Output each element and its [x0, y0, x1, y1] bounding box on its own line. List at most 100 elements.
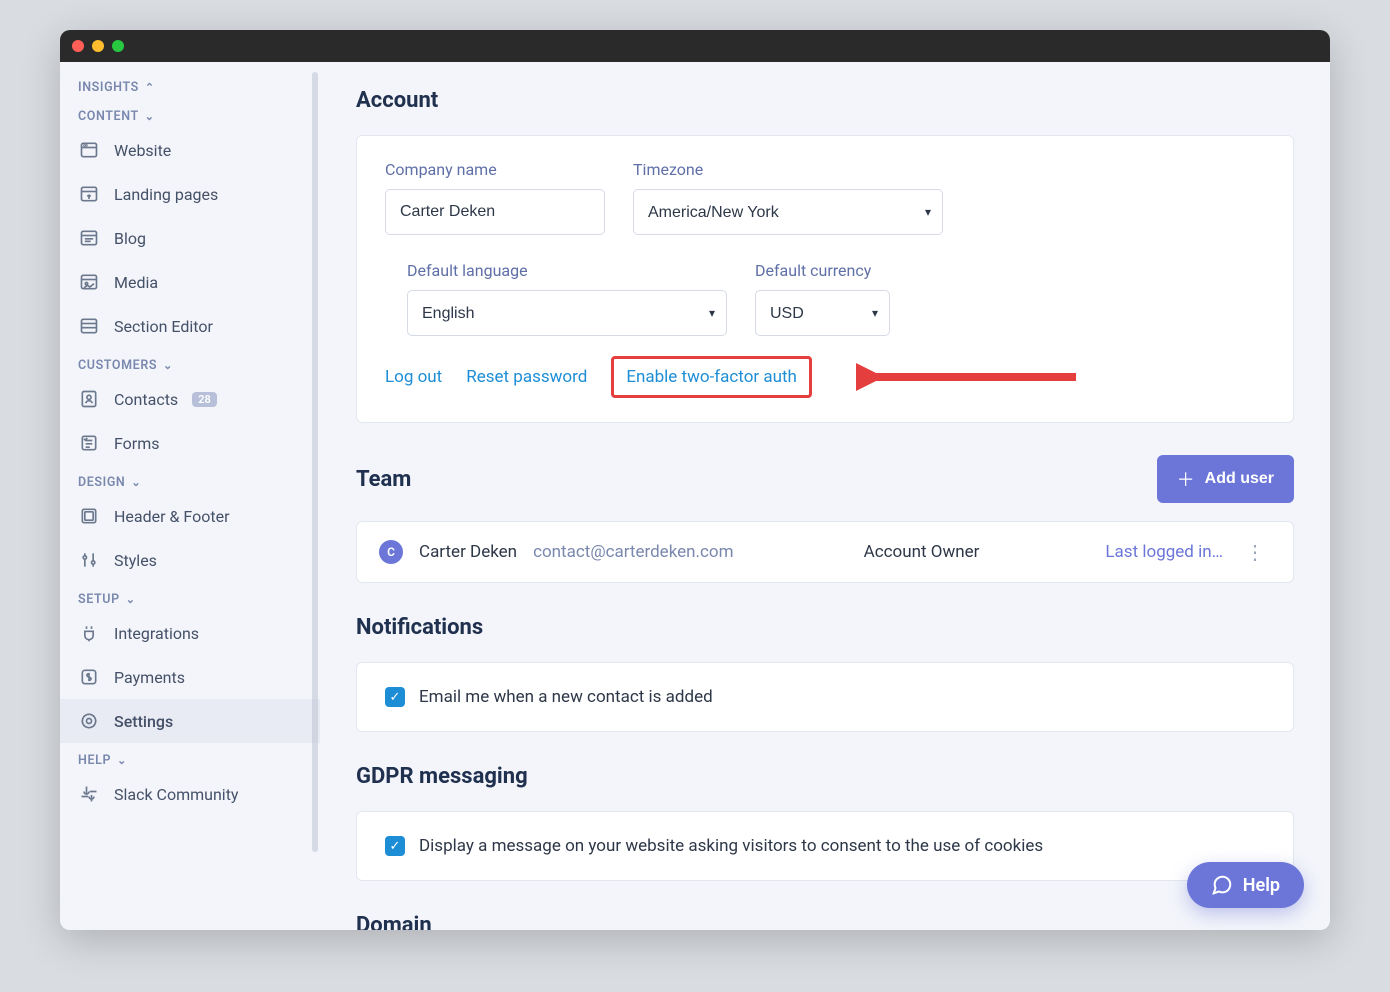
- nav-label: Section Editor: [114, 317, 213, 336]
- sidebar-section-help[interactable]: HELP ⌄: [60, 743, 320, 772]
- nav-label: Contacts: [114, 390, 178, 409]
- forms-icon: [78, 432, 100, 454]
- gdpr-card: ✓ Display a message on your website aski…: [356, 811, 1294, 881]
- account-card: Company name Timezone America/New York ▾: [356, 135, 1294, 423]
- slack-icon: [78, 783, 100, 805]
- window-close-dot[interactable]: [72, 40, 84, 52]
- integrations-icon: [78, 622, 100, 644]
- team-member-name: Carter Deken: [419, 542, 517, 562]
- checkbox-label: Email me when a new contact is added: [419, 687, 713, 707]
- contacts-count-badge: 28: [192, 392, 217, 407]
- app-window: INSIGHTS ⌃ CONTENT ⌄ Website Landing pag…: [60, 30, 1330, 930]
- sidebar-item-contacts[interactable]: Contacts 28: [60, 377, 320, 421]
- chevron-down-icon: ⌄: [126, 593, 136, 606]
- window-zoom-dot[interactable]: [112, 40, 124, 52]
- account-heading: Account: [356, 88, 1294, 113]
- sidebar-section-design[interactable]: DESIGN ⌄: [60, 465, 320, 494]
- window-minimize-dot[interactable]: [92, 40, 104, 52]
- sidebar-scrollbar[interactable]: [312, 72, 318, 852]
- language-select[interactable]: English: [407, 290, 727, 336]
- sidebar-section-content[interactable]: CONTENT ⌄: [60, 99, 320, 128]
- sidebar-item-payments[interactable]: Payments: [60, 655, 320, 699]
- sidebar-section-insights[interactable]: INSIGHTS ⌃: [60, 70, 320, 99]
- nav-label: Header & Footer: [114, 507, 230, 526]
- titlebar: [60, 30, 1330, 62]
- chat-icon: [1211, 874, 1233, 896]
- nav-label: Blog: [114, 229, 146, 248]
- email-new-contact-checkbox[interactable]: ✓: [385, 687, 405, 707]
- header-footer-icon: [78, 505, 100, 527]
- nav-label: Media: [114, 273, 158, 292]
- language-label: Default language: [407, 261, 727, 280]
- domain-heading: Domain: [356, 913, 1294, 930]
- gdpr-cookie-checkbox[interactable]: ✓: [385, 836, 405, 856]
- sidebar-item-landing-pages[interactable]: Landing pages: [60, 172, 320, 216]
- section-label: CONTENT: [78, 109, 139, 124]
- currency-label: Default currency: [755, 261, 890, 280]
- company-name-input[interactable]: [385, 189, 605, 235]
- nav-label: Settings: [114, 712, 173, 731]
- nav-label: Integrations: [114, 624, 199, 643]
- sidebar-item-slack-community[interactable]: Slack Community: [60, 772, 320, 816]
- notifications-card: ✓ Email me when a new contact is added: [356, 662, 1294, 732]
- section-label: INSIGHTS: [78, 80, 139, 95]
- timezone-label: Timezone: [633, 160, 943, 179]
- chevron-down-icon: ⌄: [145, 110, 155, 123]
- team-heading: Team: [356, 467, 411, 492]
- sidebar-section-customers[interactable]: CUSTOMERS ⌄: [60, 348, 320, 377]
- nav-label: Website: [114, 141, 171, 160]
- timezone-select[interactable]: America/New York: [633, 189, 943, 235]
- sidebar-item-settings[interactable]: Settings: [60, 699, 320, 743]
- team-member-menu-icon[interactable]: ⋮: [1239, 540, 1271, 564]
- sidebar-item-blog[interactable]: Blog: [60, 216, 320, 260]
- sidebar-item-section-editor[interactable]: Section Editor: [60, 304, 320, 348]
- sidebar: INSIGHTS ⌃ CONTENT ⌄ Website Landing pag…: [60, 62, 320, 930]
- styles-icon: [78, 549, 100, 571]
- enable-2fa-link[interactable]: Enable two-factor auth: [626, 367, 797, 387]
- section-label: HELP: [78, 753, 111, 768]
- chevron-down-icon: ⌄: [131, 476, 141, 489]
- help-fab-button[interactable]: Help: [1187, 862, 1304, 908]
- annotation-highlight: Enable two-factor auth: [611, 356, 812, 398]
- company-name-label: Company name: [385, 160, 605, 179]
- settings-icon: [78, 710, 100, 732]
- button-label: Add user: [1205, 470, 1274, 488]
- chevron-down-icon: ⌄: [117, 754, 127, 767]
- sidebar-item-media[interactable]: Media: [60, 260, 320, 304]
- nav-label: Forms: [114, 434, 160, 453]
- section-label: DESIGN: [78, 475, 125, 490]
- nav-label: Payments: [114, 668, 185, 687]
- sidebar-item-header-footer[interactable]: Header & Footer: [60, 494, 320, 538]
- sidebar-section-setup[interactable]: SETUP ⌄: [60, 582, 320, 611]
- team-member-row: C Carter Deken contact@carterdeken.com A…: [356, 521, 1294, 583]
- add-user-button[interactable]: ＋ Add user: [1157, 455, 1294, 503]
- media-icon: [78, 271, 100, 293]
- sidebar-item-integrations[interactable]: Integrations: [60, 611, 320, 655]
- landing-icon: [78, 183, 100, 205]
- payments-icon: [78, 666, 100, 688]
- chevron-up-icon: ⌃: [145, 81, 155, 94]
- logout-link[interactable]: Log out: [385, 367, 442, 387]
- checkbox-label: Display a message on your website asking…: [419, 836, 1043, 856]
- reset-password-link[interactable]: Reset password: [466, 367, 587, 387]
- gdpr-heading: GDPR messaging: [356, 764, 1294, 789]
- app-body: INSIGHTS ⌃ CONTENT ⌄ Website Landing pag…: [60, 62, 1330, 930]
- chevron-down-icon: ⌄: [163, 359, 173, 372]
- sidebar-item-styles[interactable]: Styles: [60, 538, 320, 582]
- help-label: Help: [1243, 875, 1280, 896]
- notifications-heading: Notifications: [356, 615, 1294, 640]
- team-member-role: Account Owner: [864, 542, 1090, 562]
- sidebar-item-website[interactable]: Website: [60, 128, 320, 172]
- avatar: C: [379, 540, 403, 564]
- currency-select[interactable]: USD: [755, 290, 890, 336]
- nav-label: Slack Community: [114, 785, 239, 804]
- main-content: Account Company name Timezone America/Ne…: [320, 62, 1330, 930]
- plus-icon: ＋: [1177, 466, 1195, 492]
- sidebar-item-forms[interactable]: Forms: [60, 421, 320, 465]
- website-icon: [78, 139, 100, 161]
- section-label: CUSTOMERS: [78, 358, 157, 373]
- team-member-last-login: Last logged in…: [1105, 542, 1223, 562]
- nav-label: Landing pages: [114, 185, 218, 204]
- section-editor-icon: [78, 315, 100, 337]
- nav-label: Styles: [114, 551, 157, 570]
